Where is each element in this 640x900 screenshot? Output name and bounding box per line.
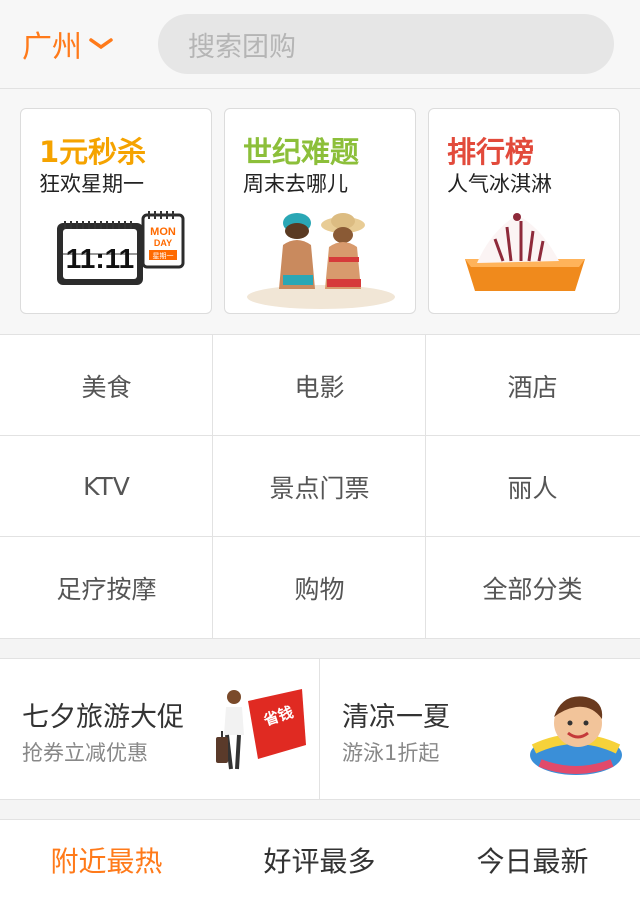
top-bar: 广州 搜索团购 <box>0 0 640 89</box>
category-shopping[interactable]: 购物 <box>213 537 426 638</box>
promo-title: 世纪难题 <box>243 135 360 169</box>
sort-tabs: 附近最热 好评最多 今日最新 <box>0 819 640 900</box>
search-input[interactable]: 搜索团购 <box>158 14 614 74</box>
category-grid: 美食 电影 酒店 KTV 景点门票 丽人 足疗按摩 购物 全部分类 <box>0 335 640 639</box>
grid-divider <box>0 536 640 537</box>
promo-title: 排行榜 <box>447 135 535 169</box>
svg-text:11:11: 11:11 <box>66 243 135 274</box>
svg-text:DAY: DAY <box>154 238 172 248</box>
tab-newest[interactable]: 今日最新 <box>426 820 639 900</box>
grid-divider <box>0 435 640 436</box>
banner-section: 七夕旅游大促 抢券立减优惠 省钱 清凉一夏 游泳1折起 <box>0 658 640 800</box>
calendar-icon: 11:11 MON DAY 星期一 <box>21 201 211 309</box>
category-food[interactable]: 美食 <box>0 335 213 436</box>
banner-title: 清凉一夏 <box>342 702 450 733</box>
promo-card-ranking[interactable]: 排行榜 人气冰淇淋 <box>428 108 620 314</box>
category-massage[interactable]: 足疗按摩 <box>0 537 213 638</box>
promo-subtitle: 狂欢星期一 <box>39 172 144 196</box>
promo-card-flash-sale[interactable]: 1元秒杀 狂欢星期一 11:11 MON DAY 星期一 <box>20 108 212 314</box>
promo-card-weekend[interactable]: 世纪难题 周末去哪儿 <box>224 108 416 314</box>
category-beauty[interactable]: 丽人 <box>426 436 639 537</box>
city-label: 广州 <box>22 30 82 65</box>
svg-text:MON: MON <box>150 226 176 238</box>
chevron-down-icon <box>89 38 113 50</box>
travel-woman-image: 省钱 <box>216 689 306 770</box>
promo-subtitle: 人气冰淇淋 <box>447 172 552 196</box>
banner-title: 七夕旅游大促 <box>22 702 184 733</box>
promo-subtitle: 周末去哪儿 <box>243 172 348 196</box>
promo-title: 1元秒杀 <box>39 135 147 169</box>
tab-nearby-hot[interactable]: 附近最热 <box>0 820 213 900</box>
promo-section: 1元秒杀 狂欢星期一 11:11 MON DAY 星期一 世纪难题 周末去哪儿 <box>0 89 640 335</box>
category-hotel[interactable]: 酒店 <box>426 335 639 436</box>
swimming-boy-image <box>530 696 622 775</box>
svg-text:星期一: 星期一 <box>153 252 174 260</box>
banner-travel[interactable]: 七夕旅游大促 抢券立减优惠 省钱 <box>0 659 319 799</box>
category-tickets[interactable]: 景点门票 <box>213 436 426 537</box>
search-placeholder: 搜索团购 <box>188 31 296 63</box>
grid-divider <box>425 335 426 638</box>
city-selector[interactable]: 广州 <box>22 22 114 66</box>
banner-subtitle: 抢券立减优惠 <box>22 741 148 765</box>
beach-couple-image <box>225 201 415 309</box>
category-movie[interactable]: 电影 <box>213 335 426 436</box>
ice-cream-image <box>429 201 619 309</box>
banner-summer[interactable]: 清凉一夏 游泳1折起 <box>320 659 639 799</box>
category-ktv[interactable]: KTV <box>0 436 213 537</box>
grid-divider <box>212 335 213 638</box>
banner-subtitle: 游泳1折起 <box>342 741 440 765</box>
category-all[interactable]: 全部分类 <box>426 537 639 638</box>
tab-top-rated[interactable]: 好评最多 <box>213 820 426 900</box>
